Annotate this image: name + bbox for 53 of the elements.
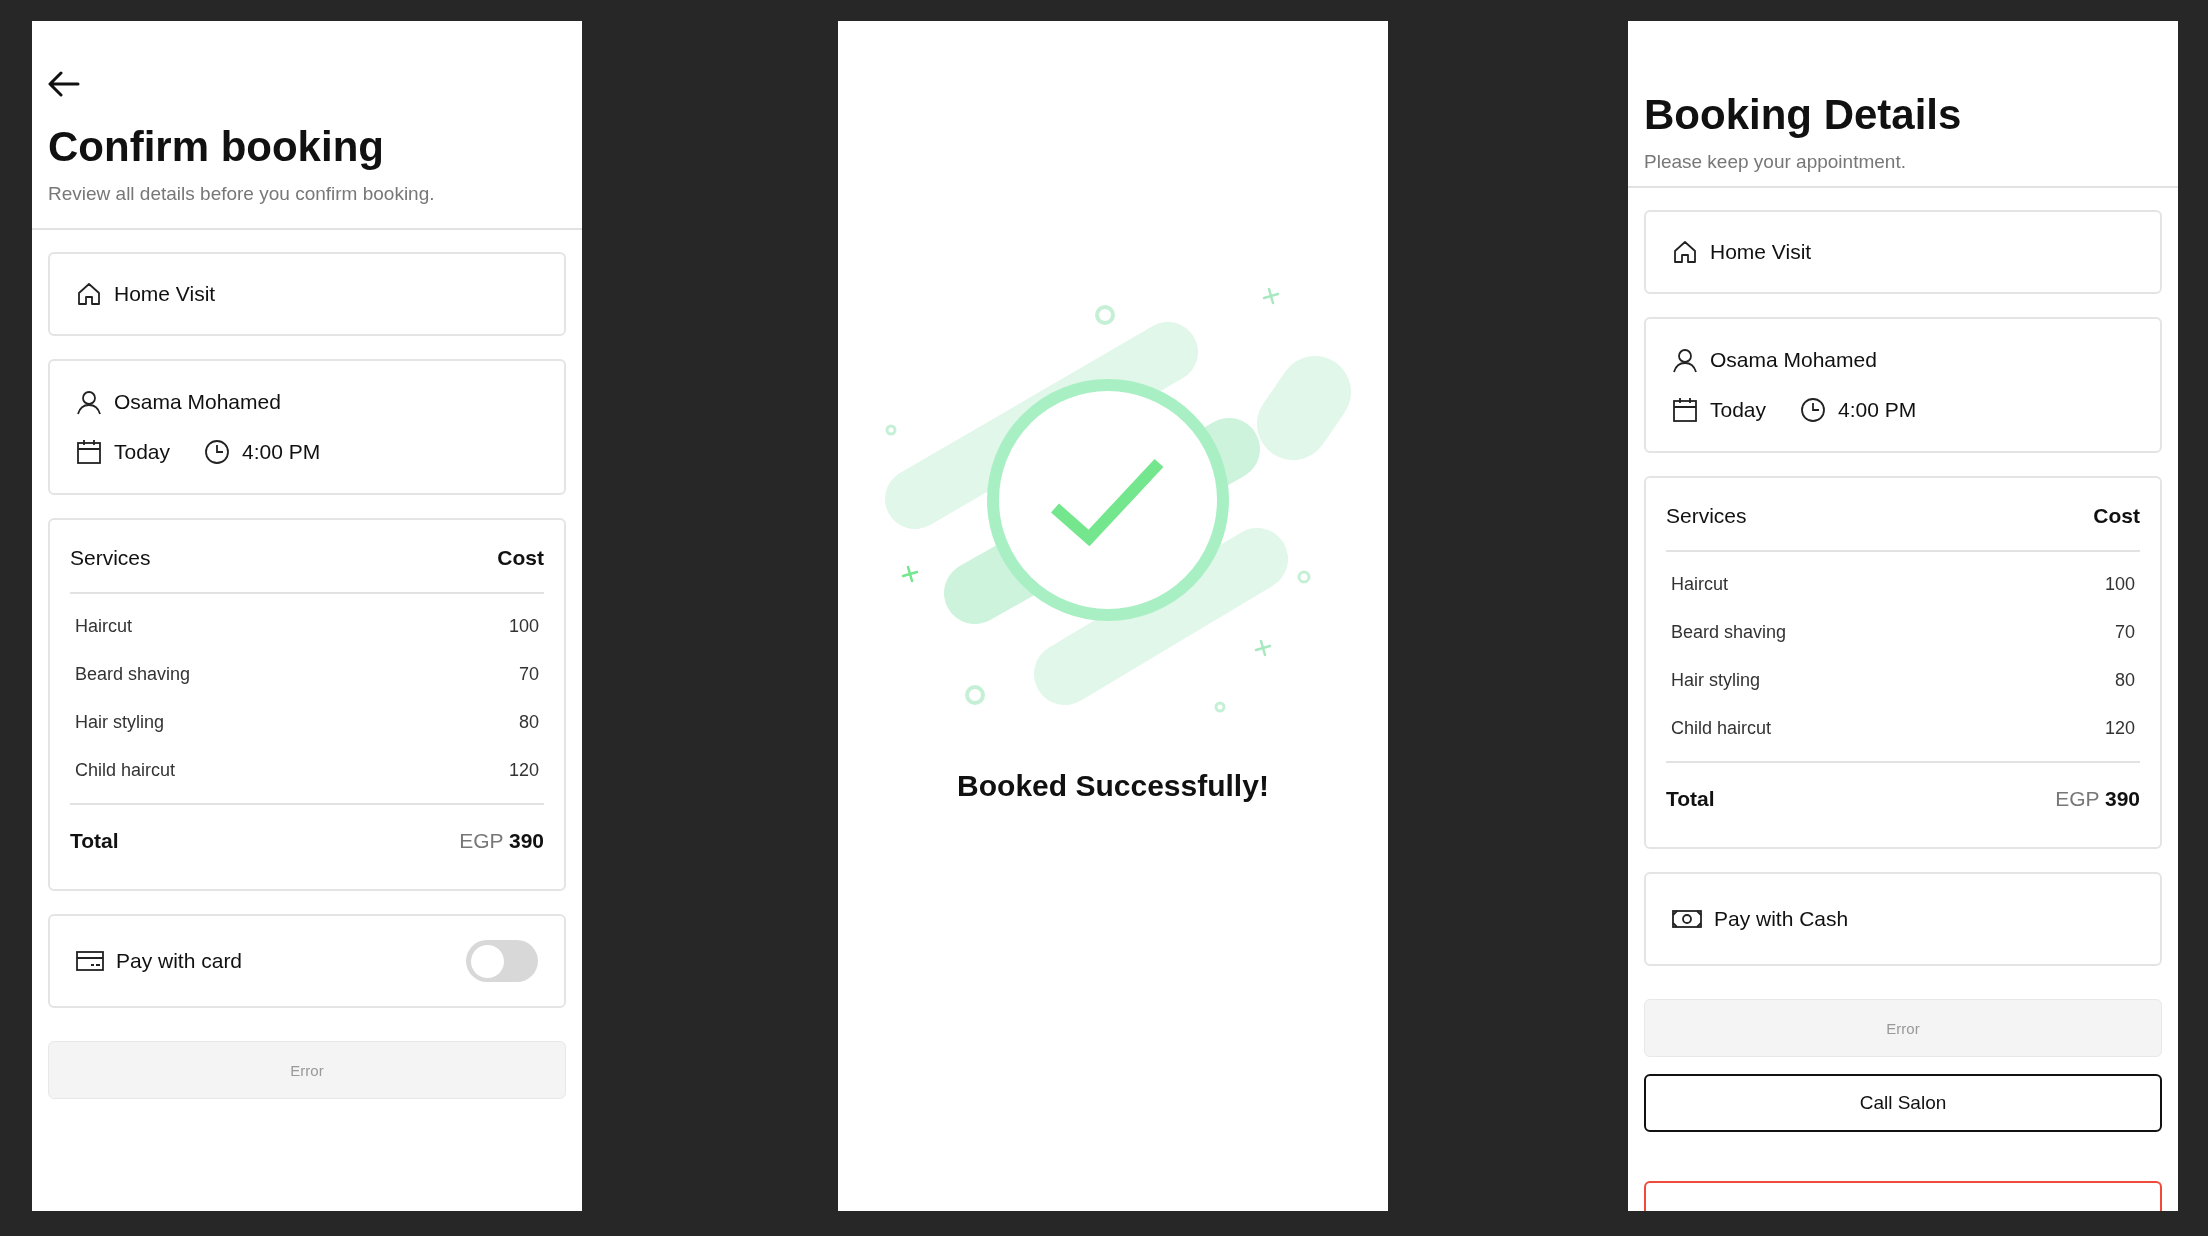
service-name: Haircut <box>75 616 132 637</box>
total-amount: EGP 390 <box>459 829 544 853</box>
calendar-icon <box>76 439 102 465</box>
payment-label: Pay with card <box>116 949 243 973</box>
call-salon-button[interactable]: Call Salon <box>1644 1074 2162 1132</box>
booking-date: Today <box>1710 398 1767 422</box>
cancel-button[interactable] <box>1644 1181 2162 1211</box>
screen-subtitle: Review all details before you confirm booking. <box>48 183 436 205</box>
screen-title: Booking Details <box>1644 91 1963 139</box>
banknote-icon <box>1672 909 1702 929</box>
clock-icon <box>204 439 231 465</box>
booking-time: 4:00 PM <box>242 440 321 464</box>
service-cost: 100 <box>508 616 539 637</box>
service-name: Beard shaving <box>1671 622 1787 643</box>
total-amount: EGP 390 <box>2055 787 2140 811</box>
person-icon <box>1672 347 1698 373</box>
person-icon <box>76 389 102 415</box>
calendar-icon <box>1672 397 1698 423</box>
service-cost: 70 <box>518 664 539 685</box>
service-name: Child haircut <box>75 760 176 781</box>
success-message: Booked Successfully! <box>957 769 1269 803</box>
service-name: Haircut <box>1671 574 1728 595</box>
service-name: Hair styling <box>1671 670 1761 691</box>
home-icon <box>76 281 102 307</box>
service-cost: 120 <box>508 760 539 781</box>
total-label: Total <box>1666 787 1715 811</box>
service-cost: 80 <box>2114 670 2135 691</box>
booking-time: 4:00 PM <box>1838 398 1917 422</box>
payment-toggle[interactable] <box>466 940 538 982</box>
screen-title: Confirm booking <box>48 123 385 171</box>
back-arrow-icon[interactable] <box>48 71 80 97</box>
clock-icon <box>1800 397 1827 423</box>
cost-heading: Cost <box>2093 504 2140 528</box>
screen-subtitle: Please keep your appointment. <box>1644 151 1907 173</box>
service-cost: 100 <box>2104 574 2135 595</box>
cost-heading: Cost <box>497 546 544 570</box>
services-heading: Services <box>1666 504 1747 528</box>
payment-label: Pay with Cash <box>1714 907 1849 931</box>
home-icon <box>1672 239 1698 265</box>
visit-type-label: Home Visit <box>114 282 216 306</box>
service-cost: 70 <box>2114 622 2135 643</box>
credit-card-icon <box>76 950 104 972</box>
service-cost: 120 <box>2104 718 2135 739</box>
customer-name: Osama Mohamed <box>114 390 281 414</box>
service-name: Hair styling <box>75 712 165 733</box>
service-name: Beard shaving <box>75 664 191 685</box>
customer-name: Osama Mohamed <box>1710 348 1877 372</box>
service-cost: 80 <box>518 712 539 733</box>
visit-type-label: Home Visit <box>1710 240 1812 264</box>
service-name: Child haircut <box>1671 718 1772 739</box>
total-label: Total <box>70 829 119 853</box>
booking-date: Today <box>114 440 171 464</box>
services-heading: Services <box>70 546 151 570</box>
